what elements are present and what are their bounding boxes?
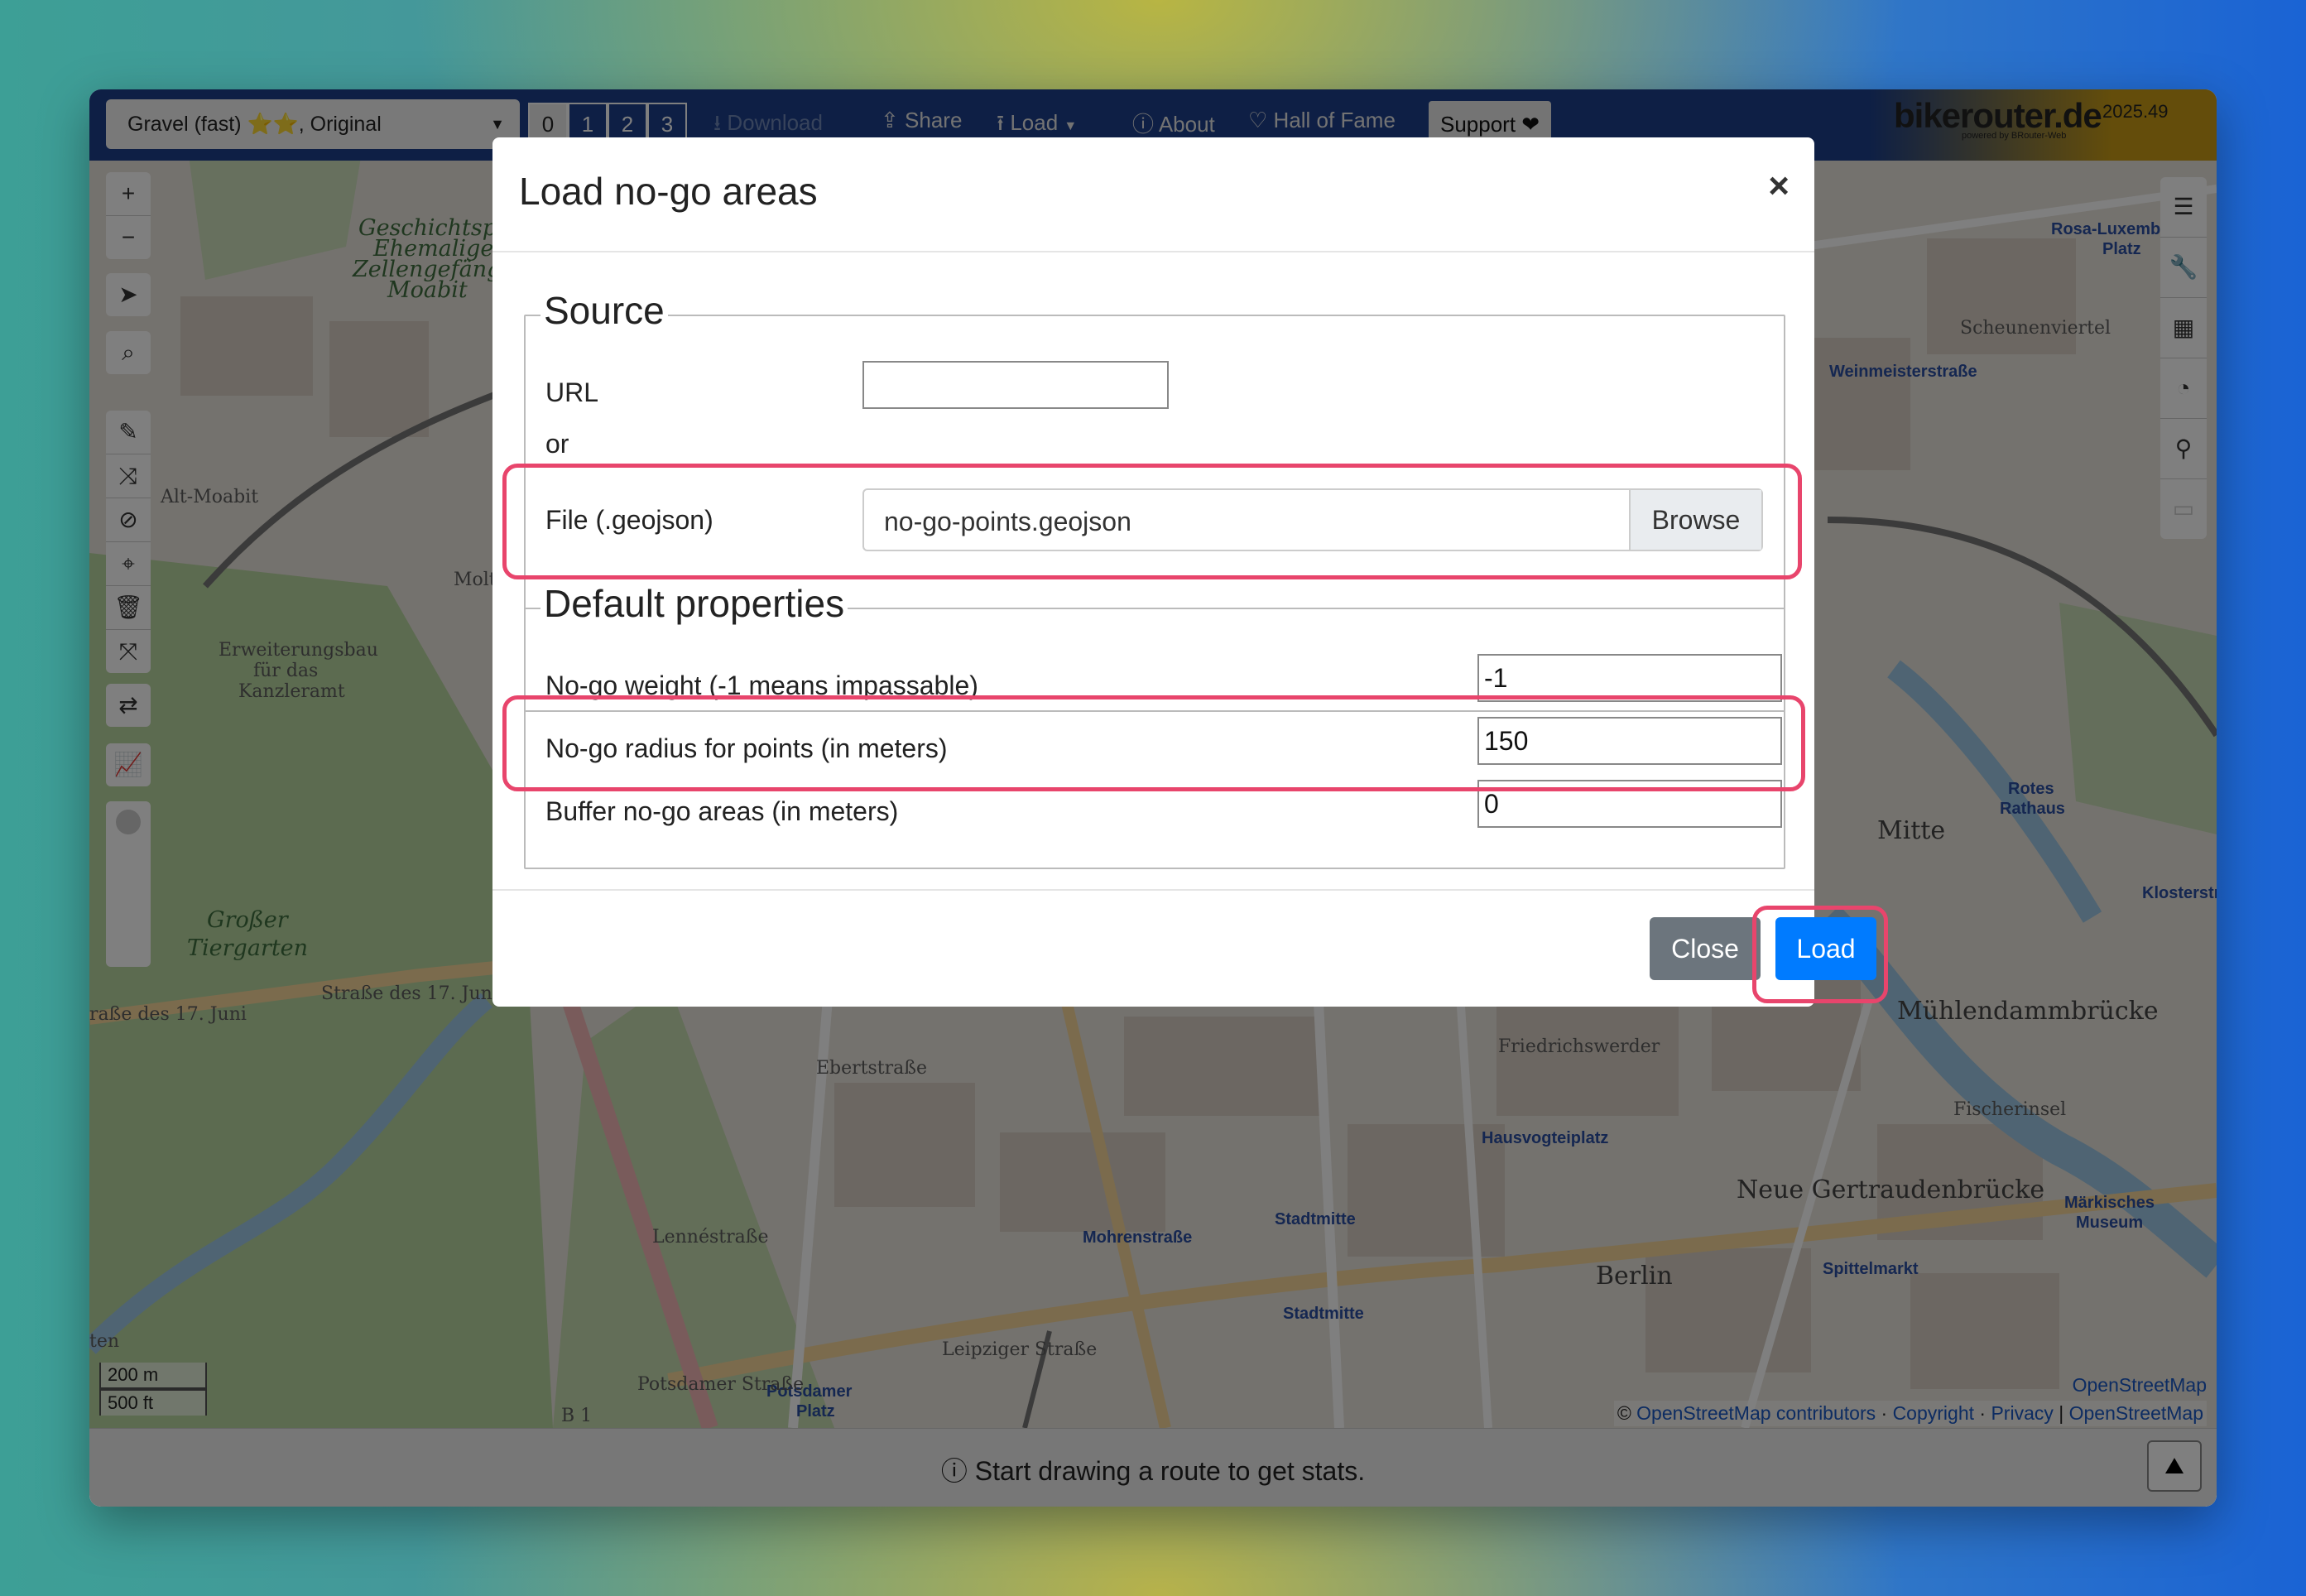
load-button-highlight bbox=[1752, 906, 1888, 1003]
radius-row-highlight bbox=[502, 695, 1805, 791]
url-input[interactable] bbox=[862, 361, 1169, 409]
file-row-highlight bbox=[502, 464, 1802, 579]
modal-header: Load no-go areas × bbox=[492, 137, 1814, 252]
modal-footer-divider bbox=[492, 889, 1814, 891]
brand-subtitle: powered by BRouter-Web bbox=[1962, 131, 2067, 141]
source-legend: Source bbox=[540, 288, 668, 333]
buffer-label: Buffer no-go areas (in meters) bbox=[545, 796, 899, 826]
version-label: 2025.49 bbox=[2102, 101, 2169, 122]
url-label: URL bbox=[545, 377, 599, 407]
close-button[interactable]: Close bbox=[1650, 917, 1761, 980]
brand-logo[interactable]: bikerouter.de bbox=[1894, 96, 2102, 136]
default-properties-legend: Default properties bbox=[540, 581, 848, 626]
load-no-go-modal: Load no-go areas × Source URL or File (.… bbox=[492, 137, 1888, 1007]
or-label: or bbox=[545, 429, 569, 459]
app-window: Geschichtspark Ehemaliges Zellengefängni… bbox=[89, 89, 2217, 1507]
modal-title: Load no-go areas bbox=[519, 170, 818, 213]
close-icon[interactable]: × bbox=[1768, 166, 1790, 207]
